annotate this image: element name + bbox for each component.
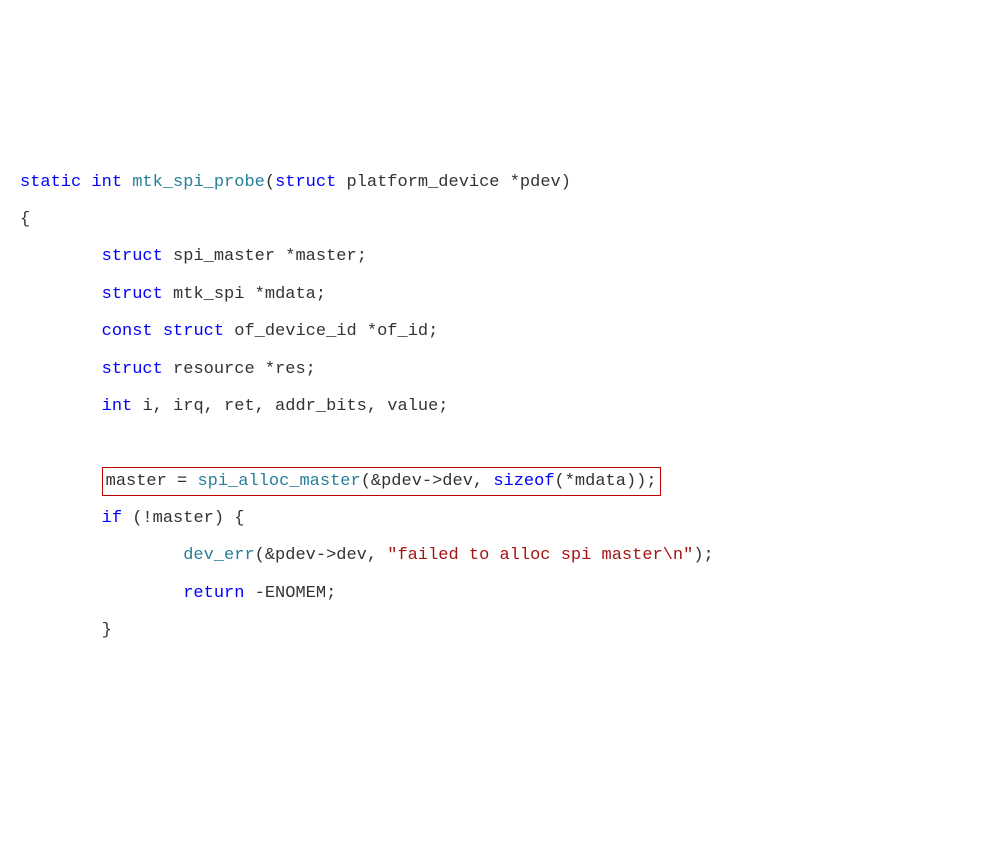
kw-struct: struct xyxy=(102,285,163,304)
kw-int: int xyxy=(102,397,133,416)
line-11: return -ENOMEM; xyxy=(20,584,336,603)
line-9: if (!master) { xyxy=(20,509,244,528)
line-2: { xyxy=(20,210,30,229)
line-12: } xyxy=(20,621,112,640)
type-platform-device: platform_device xyxy=(346,173,499,192)
assign-master: master = xyxy=(106,472,198,491)
type-of-device-id: of_device_id xyxy=(234,322,356,341)
kw-int: int xyxy=(91,173,122,192)
line-10: dev_err(&pdev->dev, "failed to alloc spi… xyxy=(20,546,714,565)
type-resource: resource xyxy=(173,360,255,379)
kw-return: return xyxy=(183,584,244,603)
arg-pdev-dev: (&pdev->dev, xyxy=(361,472,494,491)
string-literal: "failed to alloc spi master\n" xyxy=(387,546,693,565)
type-spi-master: spi_master xyxy=(173,247,275,266)
fn-name: mtk_spi_probe xyxy=(132,173,265,192)
paren-open: ( xyxy=(265,173,275,192)
highlight-box: master = spi_alloc_master(&pdev->dev, si… xyxy=(102,467,661,496)
arg-mdata: (*mdata)); xyxy=(555,472,657,491)
arg-pdev-dev-2: (&pdev->dev, xyxy=(255,546,388,565)
kw-sizeof: sizeof xyxy=(493,472,554,491)
paren-close: ) xyxy=(561,173,571,192)
kw-const: const xyxy=(102,322,153,341)
line-7: int i, irq, ret, addr_bits, value; xyxy=(20,397,449,416)
line-1: static int mtk_spi_probe(struct platform… xyxy=(20,173,571,192)
kw-struct: struct xyxy=(163,322,224,341)
stmt-end: ); xyxy=(693,546,713,565)
fn-spi-alloc-master: spi_alloc_master xyxy=(197,472,360,491)
var-list: i, irq, ret, addr_bits, value; xyxy=(142,397,448,416)
line-5: const struct of_device_id *of_id; xyxy=(20,322,438,341)
kw-static: static xyxy=(20,173,81,192)
kw-struct: struct xyxy=(275,173,336,192)
var-res: *res; xyxy=(265,360,316,379)
line-3: struct spi_master *master; xyxy=(20,247,367,266)
var-mdata: *mdata; xyxy=(255,285,326,304)
var-master: *master; xyxy=(285,247,367,266)
kw-struct: struct xyxy=(102,247,163,266)
kw-if: if xyxy=(102,509,122,528)
line-8: master = spi_alloc_master(&pdev->dev, si… xyxy=(20,472,661,491)
line-4: struct mtk_spi *mdata; xyxy=(20,285,326,304)
kw-struct: struct xyxy=(102,360,163,379)
fn-dev-err: dev_err xyxy=(183,546,254,565)
val-enomem: -ENOMEM; xyxy=(244,584,336,603)
code-block: static int mtk_spi_probe(struct platform… xyxy=(20,164,971,650)
cond-master: (!master) { xyxy=(132,509,244,528)
line-6: struct resource *res; xyxy=(20,360,316,379)
var-of-id: *of_id; xyxy=(367,322,438,341)
type-mtk-spi: mtk_spi xyxy=(173,285,244,304)
param-pdev: *pdev xyxy=(510,173,561,192)
